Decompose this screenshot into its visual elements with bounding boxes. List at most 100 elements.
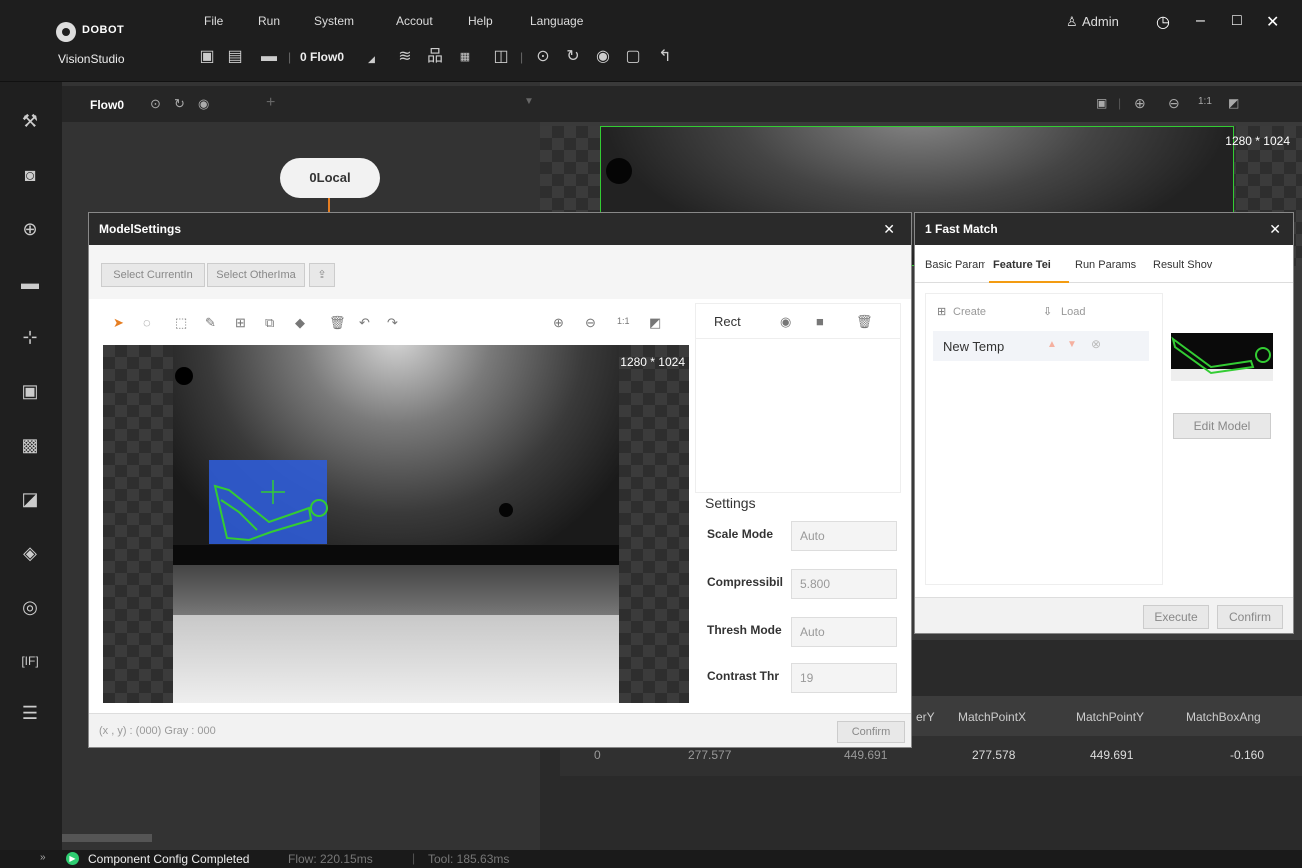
fullscreen-icon[interactable]: ◩	[1228, 96, 1239, 110]
tab-run-params[interactable]: Run Params	[1075, 259, 1136, 271]
zoom-out-icon[interactable]: ⊖	[585, 315, 596, 331]
run-loop-icon[interactable]: ↻	[562, 46, 584, 68]
shape-panel: Rect ◉ ■ 🗑	[695, 303, 901, 493]
draw-toolbar: ➤ ◌ ⬚ ✎ ⊞ ⧉ ◆ 🗑 ↶ ↷ ⊕ ⊖ 1:1 ◩	[101, 303, 691, 343]
variable-icon[interactable]: ▦	[454, 46, 476, 68]
locate-icon[interactable]: ⊕	[12, 214, 48, 244]
actual-size-icon[interactable]: 1:1	[617, 316, 630, 326]
camera-icon[interactable]: ◙	[12, 160, 48, 190]
close-dialog-button[interactable]: ✕	[883, 221, 895, 238]
polygon-tool-icon[interactable]: ✎	[205, 315, 216, 331]
menu-help[interactable]: Help	[468, 14, 493, 28]
eye-icon[interactable]: ◉	[780, 314, 791, 330]
user-icon[interactable]: ♙	[1066, 14, 1078, 30]
logic-if-icon[interactable]: [IF]	[12, 646, 48, 676]
communication-icon[interactable]: ☰	[12, 698, 48, 728]
delete-shape-icon[interactable]: 🗑	[856, 314, 873, 330]
add-shape-icon[interactable]: ■	[816, 314, 824, 329]
chevron-down-icon[interactable]: ▼	[524, 96, 534, 107]
save-icon[interactable]: ▤	[224, 46, 246, 68]
fit-icon[interactable]: ▣	[1096, 96, 1107, 110]
load-button[interactable]: Load	[1061, 306, 1085, 318]
menu-account[interactable]: Accout	[396, 14, 433, 28]
tab-result-show[interactable]: Result Shov	[1153, 259, 1225, 271]
app-subtitle: VisionStudio	[58, 52, 125, 66]
stop-flow-icon[interactable]: ◉	[198, 96, 209, 112]
color-process-icon[interactable]: ◈	[12, 538, 48, 568]
flow-dropdown-icon[interactable]: ◢	[368, 54, 375, 65]
pointer-icon[interactable]: ➤	[113, 315, 124, 331]
image-gen-icon[interactable]: ◪	[12, 484, 48, 514]
move-up-icon[interactable]: ▲	[1047, 339, 1057, 350]
contrast-threshold-spinner[interactable]: 19	[791, 663, 897, 693]
menu-language[interactable]: Language	[530, 14, 583, 28]
create-button[interactable]: Create	[953, 306, 986, 318]
resolution-label: 1280 * 1024	[1225, 134, 1290, 148]
acquire-tools-icon[interactable]: ⚒	[12, 106, 48, 136]
close-dialog-button[interactable]: ✕	[1269, 221, 1281, 238]
zoom-in-icon[interactable]: ⊕	[553, 315, 564, 331]
thresh-mode-select[interactable]: Auto	[791, 617, 897, 647]
select-current-image-button[interactable]: Select CurrentIn	[101, 263, 205, 287]
compressibility-spinner[interactable]: 5.800	[791, 569, 897, 599]
tab-flow0[interactable]: Flow0	[90, 98, 124, 112]
image-process-icon[interactable]: ▩	[12, 430, 48, 460]
open-folder-icon[interactable]: ▬	[258, 46, 280, 68]
delete-icon[interactable]: 🗑	[329, 315, 346, 331]
menu-file[interactable]: File	[204, 14, 223, 28]
expand-icon[interactable]: »	[40, 852, 46, 863]
fit-window-icon[interactable]: ◩	[649, 315, 661, 331]
calibrate-icon[interactable]: ⊹	[12, 322, 48, 352]
actual-size-icon[interactable]: 1:1	[1198, 96, 1212, 107]
close-window-button[interactable]: ✕	[1266, 12, 1279, 32]
confirm-button[interactable]: Confirm	[837, 721, 905, 743]
mask-tool-icon[interactable]: ⧉	[265, 315, 274, 331]
layers-icon[interactable]: ≋	[394, 46, 416, 68]
execute-button[interactable]: Execute	[1143, 605, 1209, 629]
scale-mode-select[interactable]: Auto	[791, 521, 897, 551]
add-flow-icon[interactable]: +	[266, 94, 275, 112]
stop-icon[interactable]: ◉	[592, 46, 614, 68]
hierarchy-icon[interactable]: 品	[424, 46, 446, 68]
function-icon[interactable]: ▢	[622, 46, 644, 68]
select-other-image-button[interactable]: Select OtherIma	[207, 263, 305, 287]
rect-tool-icon[interactable]: ⬚	[175, 315, 187, 331]
tab-feature-template[interactable]: Feature Tei	[993, 259, 1063, 271]
model-image-canvas[interactable]: 1280 * 1024	[103, 345, 689, 703]
menu-run[interactable]: Run	[258, 14, 280, 28]
maximize-button[interactable]: □	[1232, 12, 1242, 30]
measure-icon[interactable]: ▬	[12, 268, 48, 298]
redo-icon[interactable]: ↷	[387, 315, 398, 331]
device-icon[interactable]: ◫	[490, 46, 512, 68]
upload-icon[interactable]: ⇪	[309, 263, 335, 287]
loop-flow-icon[interactable]: ↻	[174, 96, 185, 112]
recognize-icon[interactable]: ▣	[12, 376, 48, 406]
move-down-icon[interactable]: ▼	[1067, 339, 1077, 350]
circle-tool-icon[interactable]: ◌	[143, 315, 151, 330]
edit-model-button[interactable]: Edit Model	[1173, 413, 1271, 439]
remove-icon[interactable]: ⊗	[1091, 337, 1101, 351]
flow-node-local[interactable]: 0Local	[280, 158, 380, 198]
load-icon[interactable]: ⇩	[1043, 305, 1052, 318]
minimize-button[interactable]: –	[1196, 12, 1205, 30]
title-bar: DOBOT VisionStudio File Run System Accou…	[0, 0, 1302, 82]
run-flow-icon[interactable]: ⊙	[150, 96, 161, 112]
tool-time: Tool: 185.63ms	[428, 852, 510, 866]
user-name[interactable]: Admin	[1082, 14, 1119, 29]
center-tool-icon[interactable]: ⊞	[235, 315, 246, 331]
run-once-icon[interactable]: ⊙	[532, 46, 554, 68]
zoom-out-icon[interactable]: ⊖	[1168, 95, 1180, 112]
undo-icon[interactable]: ↶	[359, 315, 370, 331]
flow-select[interactable]: 0 Flow0	[300, 50, 344, 64]
zoom-in-icon[interactable]: ⊕	[1134, 95, 1146, 112]
confirm-button[interactable]: Confirm	[1217, 605, 1283, 629]
eraser-icon[interactable]: ◆	[295, 315, 305, 331]
tab-basic-params[interactable]: Basic Param	[925, 259, 985, 271]
clock-icon[interactable]: ◷	[1156, 12, 1170, 32]
new-solution-icon[interactable]: ▣	[196, 46, 218, 68]
defect-icon[interactable]: ◎	[12, 592, 48, 622]
flow-scrollbar[interactable]	[62, 834, 152, 842]
create-icon[interactable]: ⊞	[937, 305, 946, 318]
menu-system[interactable]: System	[314, 14, 354, 28]
robot-arm-icon[interactable]: ↰	[654, 46, 676, 68]
